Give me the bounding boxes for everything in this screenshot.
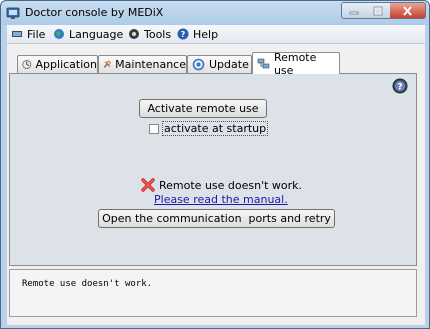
activate-at-startup-label[interactable]: activate at startup bbox=[162, 121, 269, 136]
svg-text:?: ? bbox=[397, 83, 402, 93]
svg-text:?: ? bbox=[181, 30, 186, 39]
status-log-box: Remote use doesn't work. bbox=[9, 269, 417, 317]
app-icon bbox=[6, 7, 20, 19]
tab-remote-use-label: Remote use bbox=[273, 50, 317, 77]
tab-remote-use[interactable]: Remote use bbox=[252, 50, 340, 77]
menu-tools[interactable]: Tools bbox=[128, 26, 171, 42]
help-icon: ? bbox=[177, 28, 189, 40]
client-area: File Language Tools ? Help Application M… bbox=[7, 25, 425, 325]
remote-use-panel: ? Activate remote use activate at startu… bbox=[9, 73, 417, 266]
read-manual-link[interactable]: Please read the manual. bbox=[154, 193, 288, 206]
activate-at-startup-option[interactable]: activate at startup bbox=[149, 121, 269, 136]
tab-maintenance[interactable]: Maintenance bbox=[98, 55, 187, 73]
menu-file[interactable]: File bbox=[11, 26, 45, 42]
menu-file-label: File bbox=[27, 27, 46, 41]
tab-strip: Application Maintenance Update Remote us… bbox=[7, 50, 425, 77]
title-bar[interactable]: Doctor console by MEDiX bbox=[1, 1, 429, 25]
menu-tools-label: Tools bbox=[144, 27, 172, 41]
tools-icon bbox=[129, 29, 139, 39]
menu-bar: File Language Tools ? Help bbox=[7, 25, 425, 44]
status-message: Remote use doesn't work. bbox=[159, 178, 303, 192]
activate-at-startup-checkbox[interactable] bbox=[149, 123, 159, 134]
network-icon bbox=[257, 58, 270, 69]
maximize-icon bbox=[366, 3, 390, 18]
maximize-button[interactable] bbox=[366, 2, 391, 19]
menu-language[interactable]: Language bbox=[53, 26, 123, 42]
tab-update-label: Update bbox=[209, 58, 249, 71]
menu-language-label: Language bbox=[69, 27, 124, 41]
window-title: Doctor console by MEDiX bbox=[25, 6, 164, 19]
tab-application-label: Application bbox=[35, 58, 97, 71]
help-icon[interactable]: ? bbox=[392, 78, 408, 94]
application-icon bbox=[22, 60, 32, 69]
globe-icon bbox=[54, 29, 64, 39]
file-icon bbox=[12, 31, 22, 37]
update-icon bbox=[192, 58, 205, 71]
tab-maintenance-label: Maintenance bbox=[115, 58, 186, 71]
error-icon bbox=[141, 178, 155, 192]
activate-remote-use-button[interactable]: Activate remote use bbox=[139, 99, 267, 118]
open-ports-retry-button[interactable]: Open the communication ports and retry bbox=[98, 209, 335, 228]
tab-application[interactable]: Application bbox=[17, 55, 98, 73]
app-window: Doctor console by MEDiX File Language To… bbox=[0, 0, 430, 329]
menu-help-label: Help bbox=[193, 27, 219, 41]
minimize-icon bbox=[342, 3, 366, 18]
status-log-text: Remote use doesn't work. bbox=[22, 279, 153, 289]
close-icon bbox=[390, 3, 425, 18]
wrench-icon bbox=[103, 60, 111, 68]
menu-help[interactable]: ? Help bbox=[177, 26, 218, 42]
tab-update[interactable]: Update bbox=[187, 55, 252, 73]
status-row: Remote use doesn't work. bbox=[141, 178, 302, 192]
minimize-button[interactable] bbox=[341, 2, 367, 19]
close-button[interactable] bbox=[390, 2, 426, 19]
